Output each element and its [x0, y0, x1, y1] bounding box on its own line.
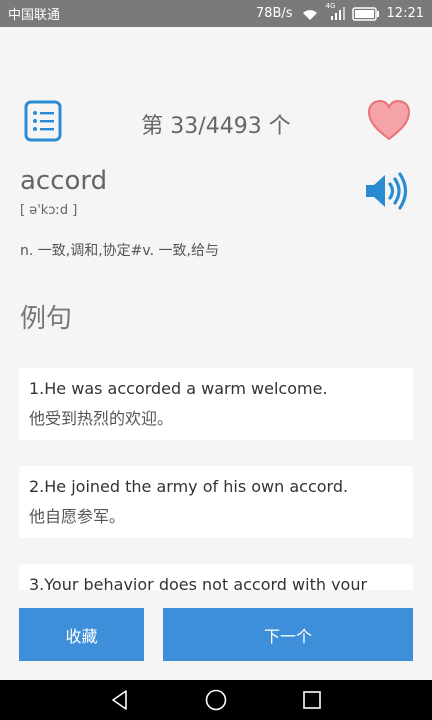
next-button[interactable]: 下一个	[163, 608, 413, 661]
heart-icon[interactable]	[366, 98, 412, 142]
network-speed: 78B/s	[255, 6, 293, 21]
status-bar: 中国联通 78B/s 4G 12:21	[0, 0, 432, 27]
clock: 12:21	[386, 6, 424, 21]
example-chinese: 他自愿参军。	[29, 507, 126, 526]
favorite-button[interactable]: 收藏	[19, 608, 144, 661]
examples-title: 例句	[20, 304, 73, 334]
back-icon[interactable]	[108, 688, 132, 712]
speaker-icon[interactable]	[364, 172, 410, 210]
example-card: 3.Your behavior does not accord with you…	[19, 564, 413, 590]
navigation-bar	[0, 680, 432, 720]
phonetic: [ ə'kɔːd ]	[20, 203, 78, 218]
home-icon[interactable]	[204, 688, 228, 712]
word-counter: 第 33/4493 个	[141, 114, 291, 139]
example-chinese: 他受到热烈的欢迎。	[29, 409, 174, 428]
example-card: 1.He was accorded a warm welcome. 他受到热烈的…	[19, 368, 413, 440]
word-meaning: n. 一致,调和,协定#v. 一致,给与	[20, 243, 219, 259]
wifi-icon	[302, 9, 317, 20]
example-english: 3.Your behavior does not accord with you…	[29, 575, 368, 590]
carrier-name: 中国联通	[8, 8, 61, 23]
example-card: 2.He joined the army of his own accord. …	[19, 466, 413, 538]
list-icon[interactable]	[24, 100, 62, 142]
word-text: accord	[20, 166, 108, 196]
battery-icon	[351, 6, 379, 21]
network-type: 4G	[325, 1, 336, 10]
recent-apps-icon[interactable]	[300, 688, 324, 712]
example-english: 2.He joined the army of his own accord.	[29, 477, 349, 496]
signal-indicator: 4G	[326, 2, 345, 21]
example-list[interactable]: 1.He was accorded a warm welcome. 他受到热烈的…	[19, 368, 413, 590]
word-header: 第 33/4493 个	[0, 98, 432, 148]
example-english: 1.He was accorded a warm welcome.	[29, 379, 328, 398]
